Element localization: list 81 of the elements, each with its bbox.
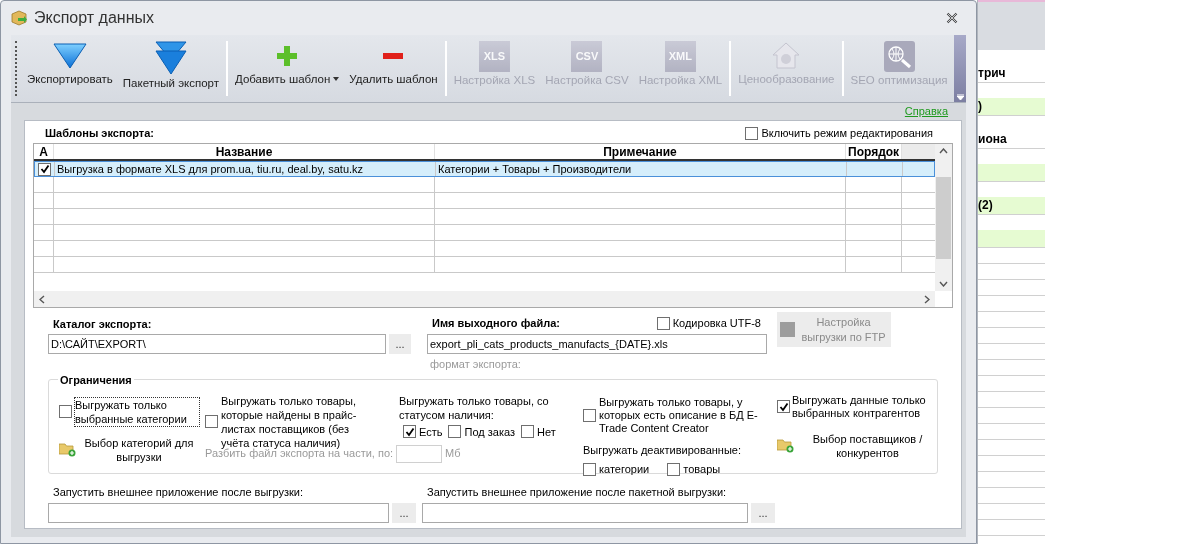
toolbar-button[interactable]: Пакетный экспорт: [118, 35, 223, 102]
field-label: Имя выходного файла:: [431, 316, 560, 332]
globe-magnifier-icon: [883, 41, 915, 72]
file-format-icon: XLS: [478, 41, 510, 72]
checkbox-label: Выгружать только товары, у которых есть описание в БД E-Trade Content Creator: [599, 395, 759, 435]
column-header[interactable]: Название: [54, 144, 435, 159]
checkbox-label: категории: [599, 462, 650, 477]
file-format-icon: CSV: [571, 41, 603, 72]
format-hint: формат экспорта:: [429, 357, 522, 372]
file-format-icon: XML: [664, 41, 696, 72]
browse-button[interactable]: ...: [751, 503, 775, 523]
folder-add-icon: [777, 438, 794, 453]
scroll-left-icon[interactable]: [39, 294, 45, 304]
checkbox[interactable]: [745, 127, 759, 140]
split-size-field[interactable]: [396, 444, 443, 463]
checkbox[interactable]: [448, 425, 462, 439]
choose-categories-button[interactable]: Выбор категорий для выгрузки: [59, 435, 199, 464]
scrollbar-thumb[interactable]: [936, 176, 951, 259]
group-label: Выгружать только товары, со статусом наличия:: [399, 393, 550, 422]
checkbox[interactable]: [656, 317, 670, 330]
double-triangle-down-icon: [154, 41, 187, 75]
plus-icon: [277, 45, 298, 66]
table-row[interactable]: Выгрузка в формате XLS для prom.ua, tiu.ru, deal.by, satu.kz Категории + Товары + Производители: [34, 161, 935, 177]
unit-label: Мб: [445, 446, 461, 462]
app-path-field[interactable]: [48, 503, 389, 523]
ftp-icon: [780, 322, 795, 337]
choose-suppliers-button[interactable]: Выбор поставщиков / конкурентов: [777, 431, 937, 460]
checkbox[interactable]: [403, 425, 416, 439]
table-cell: Категории + Товары + Производители: [436, 162, 847, 176]
browse-button[interactable]: ...: [392, 503, 416, 523]
box-arrow-icon: [11, 10, 28, 26]
house-icon: [771, 41, 802, 71]
checkbox-label: Есть: [419, 424, 443, 440]
scroll-right-icon[interactable]: [924, 294, 930, 304]
table-cell-text: иона: [978, 131, 1007, 148]
overflow-icon: [956, 94, 964, 100]
field-label: Запустить внешнее приложение после пакетной выгрузки:: [426, 484, 728, 500]
checkbox-label: Под заказ: [464, 424, 515, 440]
checkbox-label: товары: [683, 462, 721, 477]
field-label: Каталог экспорта:: [52, 317, 153, 331]
checkbox-label: Включить режим редактирования: [761, 126, 933, 142]
file-name-field[interactable]: export_pli_cats_products_manufacts_{DATE}.xls: [427, 334, 767, 354]
checkbox-label: Выгружать только товары, которые найдены в прайс-листах поставщиков (без учёта статуса наличия): [221, 393, 358, 449]
scroll-up-icon[interactable]: [939, 148, 948, 154]
table-cell-text: ): [978, 98, 982, 115]
checkbox[interactable]: [583, 462, 596, 476]
checkbox[interactable]: [205, 415, 218, 428]
horizontal-scrollbar[interactable]: [34, 291, 935, 307]
app-path-field[interactable]: [422, 503, 748, 523]
toolbar-button[interactable]: Удалить шаблон: [345, 35, 442, 102]
field-label: Запустить внешнее приложение после выгрузки:: [52, 484, 304, 500]
checkbox[interactable]: [667, 462, 681, 476]
toolbar-button[interactable]: Экспортировать: [23, 35, 117, 102]
table-cell: Выгрузка в формате XLS для prom.ua, tiu.ru, deal.by, satu.kz: [55, 162, 436, 176]
column-header[interactable]: A: [34, 144, 54, 159]
checkbox[interactable]: [777, 400, 790, 413]
table-cell-text: (2): [978, 197, 993, 214]
browse-button[interactable]: ...: [389, 334, 411, 354]
checkbox-label: Нет: [537, 424, 556, 440]
toolbar-button[interactable]: Добавить шаблон: [230, 35, 344, 102]
catalog-field[interactable]: D:\САЙТ\EXPORT\: [48, 334, 386, 354]
checkbox-label: Выгружать данные только выбранных контрагентов: [792, 393, 927, 420]
minus-icon: [383, 52, 404, 59]
checkbox[interactable]: [583, 408, 596, 422]
checkbox[interactable]: [38, 162, 51, 176]
triangle-down-icon: [52, 42, 87, 69]
checkbox[interactable]: [521, 425, 534, 439]
header-filler: [902, 144, 935, 159]
checkbox-label: Кодировка UTF-8: [672, 316, 761, 332]
table-cell-text: трич: [978, 65, 1006, 82]
window-header: [978, 0, 1045, 50]
close-icon[interactable]: [946, 12, 958, 24]
section-title: Шаблоны экспорта:: [45, 126, 154, 142]
scroll-down-icon[interactable]: [939, 281, 948, 287]
window-title: Экспорт данных: [34, 8, 154, 28]
group-label: Выгружать деактивированные:: [583, 442, 742, 458]
checkbox-label: Выгружать только выбранные категории: [75, 397, 199, 426]
folder-add-icon: [59, 442, 76, 457]
vertical-scrollbar[interactable]: [935, 144, 952, 291]
checkbox[interactable]: [59, 405, 72, 418]
column-header[interactable]: Примечание: [435, 144, 846, 159]
